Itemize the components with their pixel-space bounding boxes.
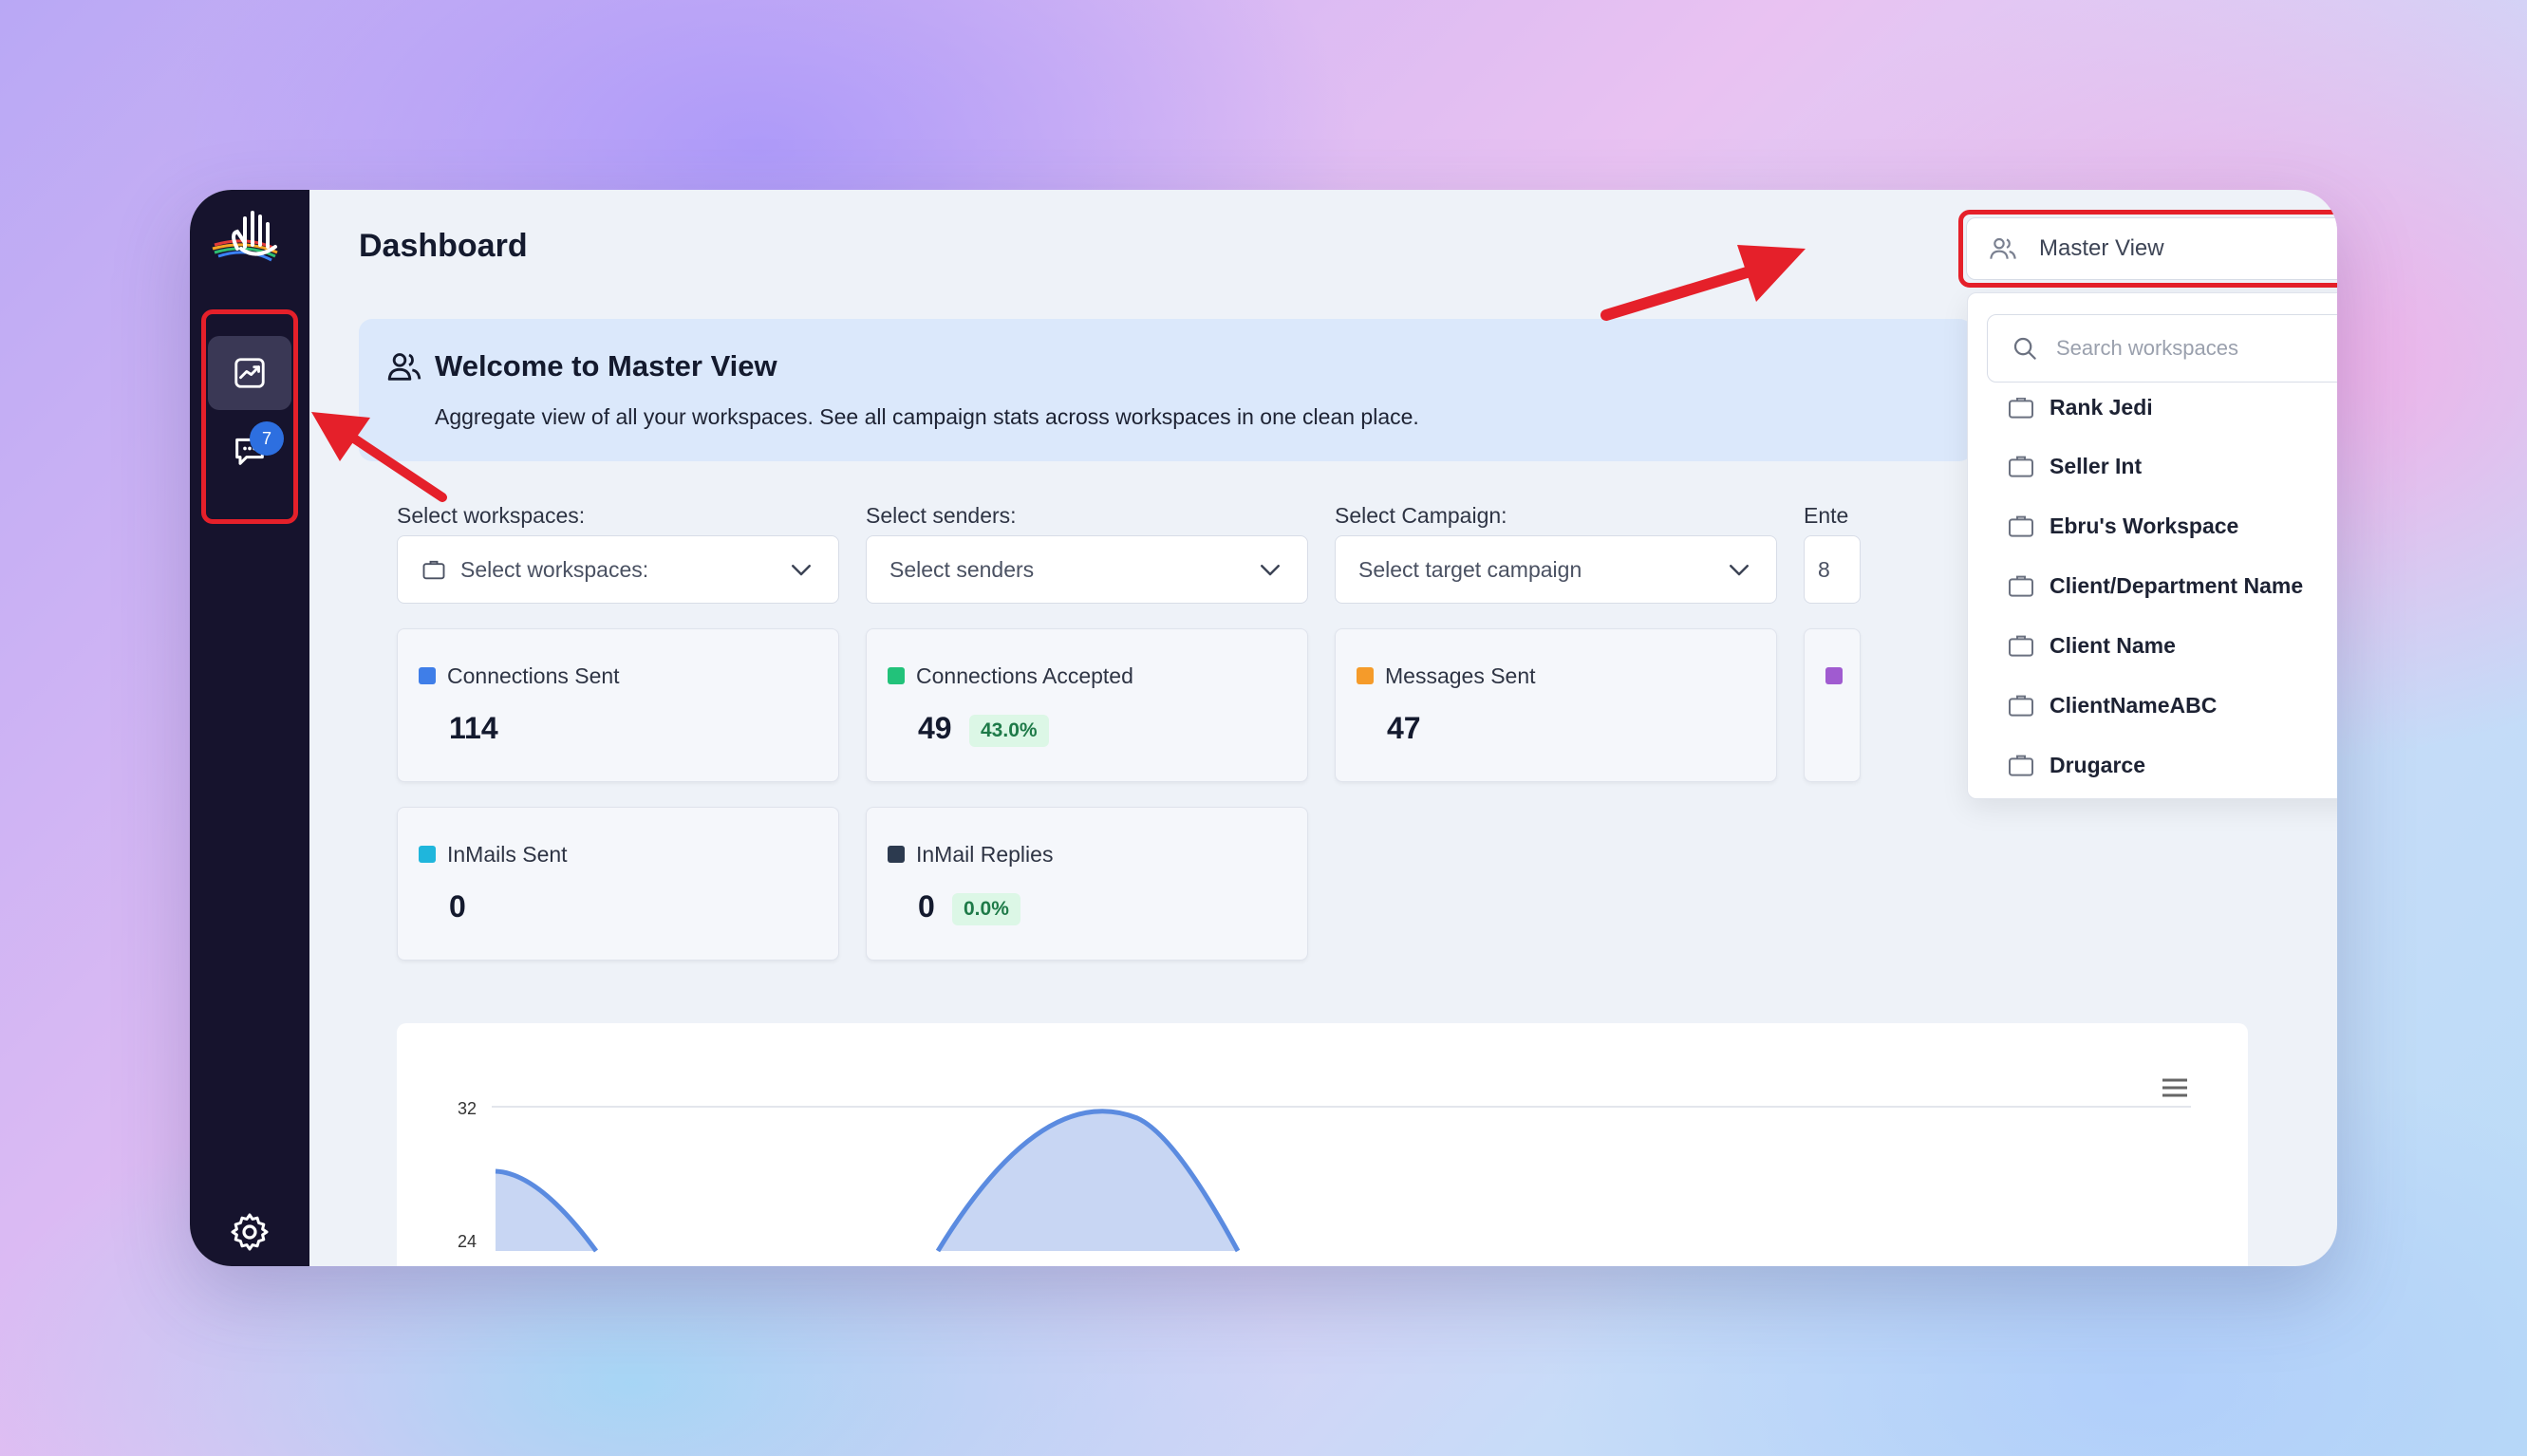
gear-icon bbox=[231, 1213, 269, 1251]
workspace-option[interactable]: Client Name bbox=[2006, 626, 2176, 664]
logo bbox=[212, 211, 278, 262]
briefcase-icon bbox=[2009, 515, 2033, 537]
stat-value: 0 bbox=[449, 889, 466, 924]
campaign-select-placeholder: Select target campaign bbox=[1358, 556, 1582, 582]
stat-title: Messages Sent bbox=[1385, 663, 1536, 688]
app-window: 7 Dashboard Welcome to Master View Aggre… bbox=[190, 190, 2337, 1266]
stat-value: 49 bbox=[918, 711, 952, 745]
workspace-option-label: Drugarce bbox=[2050, 752, 2145, 777]
senders-label: Select senders: bbox=[866, 503, 1017, 528]
workspace-search bbox=[1987, 314, 2337, 383]
workspace-option-label: Seller Int bbox=[2050, 453, 2143, 478]
chevron-down-icon bbox=[1261, 565, 1280, 576]
briefcase-icon bbox=[2009, 635, 2033, 657]
campaign-label: Select Campaign: bbox=[1335, 503, 1507, 528]
workspace-option[interactable]: Drugarce bbox=[2006, 746, 2145, 784]
legend-swatch bbox=[419, 846, 436, 863]
area-series-peak bbox=[938, 1111, 1238, 1251]
workspace-option[interactable]: Ebru's Workspace bbox=[2006, 507, 2238, 545]
briefcase-icon bbox=[2009, 398, 2033, 419]
highlight-box-sidebar bbox=[201, 309, 298, 524]
workspace-dropdown: Rank Jedi Seller Int Ebru's Workspace Cl… bbox=[1967, 292, 2337, 799]
annotation-arrow-left bbox=[311, 412, 447, 502]
settings-button[interactable] bbox=[227, 1209, 272, 1255]
workspace-option-label: ClientNameABC bbox=[2050, 692, 2218, 718]
y-tick-label: 24 bbox=[458, 1232, 477, 1251]
stat-title: InMails Sent bbox=[447, 842, 568, 867]
legend-swatch bbox=[419, 667, 436, 684]
partial-filter-value: 8 bbox=[1818, 556, 1830, 582]
main-content: Dashboard Welcome to Master View Aggrega… bbox=[309, 190, 2337, 1266]
y-tick-label: 32 bbox=[458, 1099, 477, 1118]
senders-select-placeholder: Select senders bbox=[889, 556, 1035, 582]
workspace-option-label: Client Name bbox=[2050, 632, 2176, 658]
stat-value: 114 bbox=[449, 711, 498, 745]
welcome-subtitle: Aggregate view of all your workspaces. S… bbox=[435, 404, 1419, 429]
partial-filter-input[interactable]: 8 bbox=[1804, 535, 1861, 604]
highlight-box-master-view bbox=[1958, 210, 2337, 288]
stat-card-inmails-sent: InMails Sent 0 bbox=[397, 807, 839, 961]
area-series-left bbox=[496, 1171, 596, 1251]
workspace-list: Rank Jedi Seller Int Ebru's Workspace Cl… bbox=[1968, 398, 2337, 798]
stat-value: 47 bbox=[1387, 711, 1421, 745]
users-icon bbox=[387, 353, 421, 381]
workspace-search-input[interactable] bbox=[2054, 335, 2337, 362]
stat-card-connections-sent: Connections Sent 114 bbox=[397, 628, 839, 782]
stat-card-inmail-replies: InMail Replies 0 0.0% bbox=[866, 807, 1308, 961]
legend-swatch bbox=[1825, 667, 1843, 684]
briefcase-icon bbox=[422, 560, 445, 580]
workspace-option-label: Rank Jedi bbox=[2050, 398, 2153, 420]
stat-card-messages-sent: Messages Sent 47 bbox=[1335, 628, 1777, 782]
chevron-down-icon bbox=[792, 565, 811, 576]
briefcase-icon bbox=[2009, 755, 2033, 776]
stat-title: Connections Accepted bbox=[916, 663, 1133, 688]
stat-title: Connections Sent bbox=[447, 663, 620, 688]
briefcase-icon bbox=[2009, 456, 2033, 477]
stat-percentage-badge: 0.0% bbox=[952, 893, 1020, 925]
workspaces-select[interactable]: Select workspaces: bbox=[397, 535, 839, 604]
annotation-arrow-right bbox=[1600, 245, 1806, 321]
welcome-banner: Welcome to Master View Aggregate view of… bbox=[359, 319, 1973, 461]
chevron-down-icon bbox=[1730, 565, 1749, 576]
stat-percentage-badge: 43.0% bbox=[969, 715, 1049, 747]
workspace-option-label: Ebru's Workspace bbox=[2050, 513, 2239, 538]
chart-menu-icon[interactable] bbox=[2162, 1078, 2187, 1097]
stat-card-partial bbox=[1804, 628, 1861, 782]
partial-filter-label: Ente bbox=[1804, 503, 1849, 528]
chart-panel: 32 24 bbox=[397, 1023, 2248, 1266]
page-title: Dashboard bbox=[359, 228, 528, 264]
campaign-select[interactable]: Select target campaign bbox=[1335, 535, 1777, 604]
workspace-option[interactable]: ClientNameABC bbox=[2006, 686, 2217, 724]
search-icon bbox=[2013, 337, 2036, 360]
briefcase-icon bbox=[2009, 695, 2033, 717]
stat-title: InMail Replies bbox=[916, 842, 1054, 867]
workspaces-select-placeholder: Select workspaces: bbox=[460, 556, 649, 582]
workspace-option[interactable]: Seller Int bbox=[2006, 447, 2142, 485]
senders-select[interactable]: Select senders bbox=[866, 535, 1308, 604]
welcome-title: Welcome to Master View bbox=[435, 349, 777, 383]
legend-swatch bbox=[888, 667, 905, 684]
legend-swatch bbox=[1357, 667, 1374, 684]
workspace-option[interactable]: Rank Jedi bbox=[2006, 398, 2153, 426]
briefcase-icon bbox=[2009, 575, 2033, 597]
stat-value: 0 bbox=[918, 889, 935, 924]
workspace-option-label: Client/Department Name bbox=[2050, 572, 2304, 598]
stat-card-connections-accepted: Connections Accepted 49 43.0% bbox=[866, 628, 1308, 782]
legend-swatch bbox=[888, 846, 905, 863]
area-chart: 32 24 bbox=[458, 1078, 2191, 1253]
workspace-option[interactable]: Client/Department Name bbox=[2006, 567, 2303, 605]
